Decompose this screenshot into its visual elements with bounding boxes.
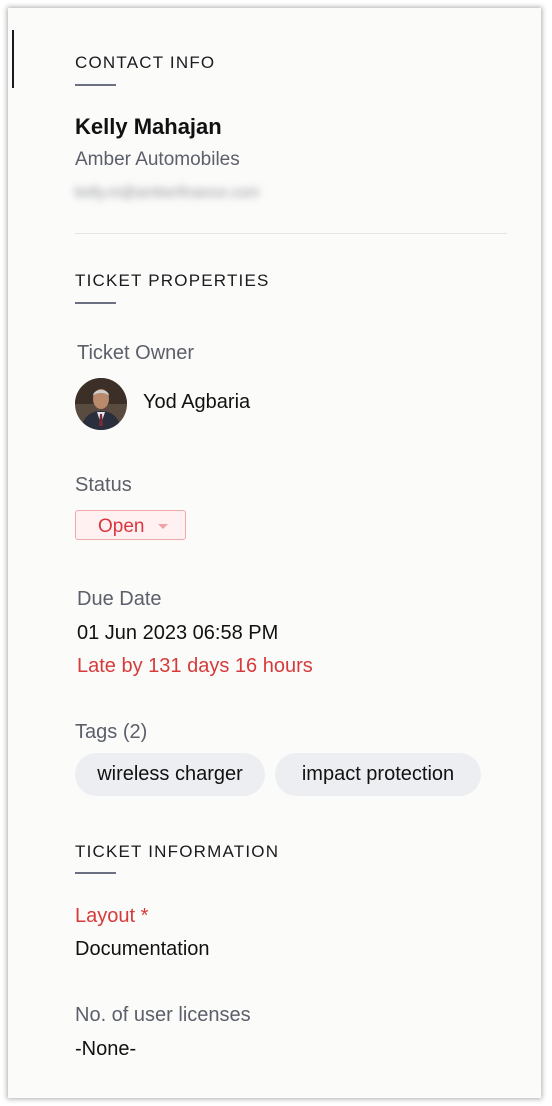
ticket-details-panel: CONTACT INFO Kelly Mahajan Amber Automob… [8, 8, 541, 1098]
contact-info-underline [75, 84, 116, 86]
ticket-information-underline [75, 872, 116, 874]
tags-count: (2) [122, 721, 148, 743]
status-value: Open [98, 516, 145, 537]
contact-info-heading: CONTACT INFO [75, 53, 216, 72]
contact-email-link[interactable]: kelly.m@amberfinance.com [75, 184, 259, 201]
person-avatar-icon[interactable] [75, 378, 127, 430]
ticket-information-heading: TICKET INFORMATION [75, 842, 280, 861]
ticket-properties-underline [75, 302, 116, 304]
tags-label-text: Tags [75, 721, 118, 743]
tags-label: Tags (2) [75, 721, 147, 744]
tag-chip[interactable]: impact protection [275, 753, 481, 796]
contact-name-link[interactable]: Kelly Mahajan [75, 114, 222, 140]
contact-company-link[interactable]: Amber Automobiles [75, 149, 240, 171]
status-label: Status [75, 474, 132, 496]
section-divider [75, 233, 507, 234]
due-date-label: Due Date [77, 588, 162, 610]
ticket-properties-heading: TICKET PROPERTIES [75, 271, 270, 290]
ticket-owner-label: Ticket Owner [77, 342, 195, 364]
user-licenses-value[interactable]: -None- [75, 1038, 136, 1061]
layout-label: Layout * [75, 905, 149, 927]
ticket-owner-name[interactable]: Yod Agbaria [143, 391, 250, 414]
user-licenses-label: No. of user licenses [75, 1004, 251, 1026]
overdue-text: Late by 131 days 16 hours [77, 655, 313, 677]
chevron-down-icon [158, 524, 168, 529]
tag-chip[interactable]: wireless charger [75, 753, 265, 796]
status-dropdown[interactable]: Open [75, 510, 186, 540]
resize-handle[interactable] [12, 30, 14, 88]
layout-value[interactable]: Documentation [75, 938, 210, 961]
due-date-value[interactable]: 01 Jun 2023 06:58 PM [77, 622, 278, 645]
